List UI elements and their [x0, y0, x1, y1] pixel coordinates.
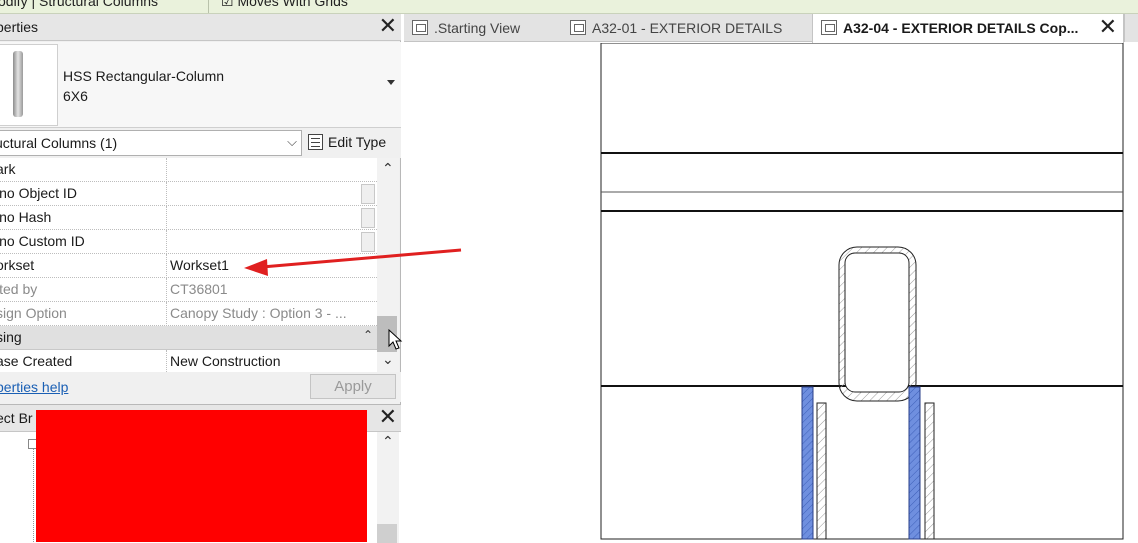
dropdown-arrow-icon[interactable] [387, 80, 395, 85]
tab-label: A32-04 - EXTERIOR DETAILS Cop... [843, 20, 1079, 36]
edit-type-label: Edit Type [328, 134, 387, 150]
property-value[interactable]: New Construction [170, 353, 360, 369]
property-row: ited by CT36801 [0, 278, 377, 302]
close-icon[interactable]: ✕ [379, 406, 397, 428]
property-key: sign Option [0, 305, 67, 321]
tab-a32-04[interactable]: A32-04 - EXTERIOR DETAILS Cop... ✕ [812, 14, 1124, 43]
property-value: Canopy Study : Option 3 - ... [170, 305, 347, 321]
collapse-icon[interactable]: ⌃ [363, 328, 373, 342]
property-row[interactable]: ase Created New Construction [0, 350, 377, 372]
scroll-up-icon[interactable]: ⌃ [382, 160, 394, 177]
view-icon [412, 20, 428, 35]
sheet-icon [570, 20, 586, 35]
detail-drawing [600, 42, 1124, 540]
mouse-cursor-icon [388, 329, 403, 350]
property-key: orkset [0, 257, 35, 273]
property-key: ited by [0, 281, 38, 297]
project-browser: ect Br ✕ ⌃ [0, 404, 401, 543]
tab-bar-end [1124, 14, 1138, 42]
browse-button[interactable] [361, 232, 375, 252]
property-row[interactable]: ark [0, 158, 377, 182]
project-browser-scrollbar[interactable]: ⌃ [377, 432, 399, 543]
redaction-box [36, 410, 367, 542]
tab-label: A32-01 - EXTERIOR DETAILS [592, 20, 783, 36]
property-key: ino Custom ID [0, 233, 85, 249]
type-name: HSS Rectangular-Column [63, 68, 225, 84]
property-group-header[interactable]: sing ⌃ [0, 326, 377, 350]
scroll-up-icon[interactable]: ⌃ [382, 433, 394, 450]
property-key: ino Object ID [0, 185, 77, 201]
tab-label: .Starting View [434, 20, 521, 36]
close-icon[interactable]: ✕ [1099, 14, 1117, 40]
properties-palette: perties ✕ HSS Rectangular-Column 6X6 uct… [0, 14, 401, 543]
property-key: ark [0, 161, 16, 177]
moves-with-grids-label: Moves With Grids [237, 0, 348, 9]
close-icon[interactable]: ✕ [379, 15, 397, 37]
apply-button[interactable]: Apply [310, 374, 396, 399]
type-selector[interactable]: HSS Rectangular-Column 6X6 [0, 42, 401, 128]
property-row-workset[interactable]: orkset Workset1 [0, 254, 377, 278]
properties-title: perties [0, 19, 39, 35]
view-tab-bar: .Starting View A32-01 - EXTERIOR DETAILS… [404, 14, 1138, 43]
instance-filter-value: uctural Columns (1) [0, 135, 118, 151]
type-size: 6X6 [63, 88, 88, 104]
sheet-icon [821, 20, 837, 35]
scrollbar-thumb[interactable] [377, 524, 397, 543]
column-preview-image [0, 44, 58, 126]
property-group-label: sing [0, 329, 22, 345]
instance-filter-dropdown[interactable]: uctural Columns (1) ⌵ [0, 130, 302, 156]
tree-connector [33, 449, 34, 543]
property-row: sign Option Canopy Study : Option 3 - ..… [0, 302, 377, 326]
scroll-down-icon[interactable]: ⌄ [382, 351, 394, 368]
chevron-down-icon: ⌵ [287, 134, 297, 149]
properties-footer: perties help Apply [0, 372, 401, 402]
properties-title-bar: perties ✕ [0, 14, 401, 41]
drawing-canvas[interactable] [404, 42, 1138, 543]
ribbon-context-bar: odify | Structural Columns ☑ Moves With … [0, 0, 1138, 14]
tab-a32-01[interactable]: A32-01 - EXTERIOR DETAILS [562, 14, 812, 42]
property-value: CT36801 [170, 281, 228, 297]
property-row[interactable]: ino Custom ID [0, 230, 377, 254]
ribbon-separator [208, 0, 209, 13]
property-key: ase Created [0, 353, 73, 369]
ribbon-context-label: odify | Structural Columns [0, 0, 159, 9]
moves-with-grids-option[interactable]: ☑ Moves With Grids [221, 0, 348, 10]
instance-filter-row: uctural Columns (1) ⌵ Edit Type [0, 128, 401, 158]
properties-grid: ark ino Object ID ino Hash ino Custom ID… [0, 158, 377, 372]
edit-type-icon [308, 134, 323, 150]
property-row[interactable]: ino Object ID [0, 182, 377, 206]
property-row[interactable]: ino Hash [0, 206, 377, 230]
properties-help-link[interactable]: perties help [0, 379, 68, 395]
browse-button[interactable] [361, 184, 375, 204]
property-value[interactable]: Workset1 [170, 257, 360, 273]
browse-button[interactable] [361, 208, 375, 228]
edit-type-button[interactable]: Edit Type [307, 131, 395, 155]
project-browser-title: ect Br [0, 410, 33, 426]
tab-starting-view[interactable]: .Starting View [404, 14, 562, 42]
property-key: ino Hash [0, 209, 52, 225]
